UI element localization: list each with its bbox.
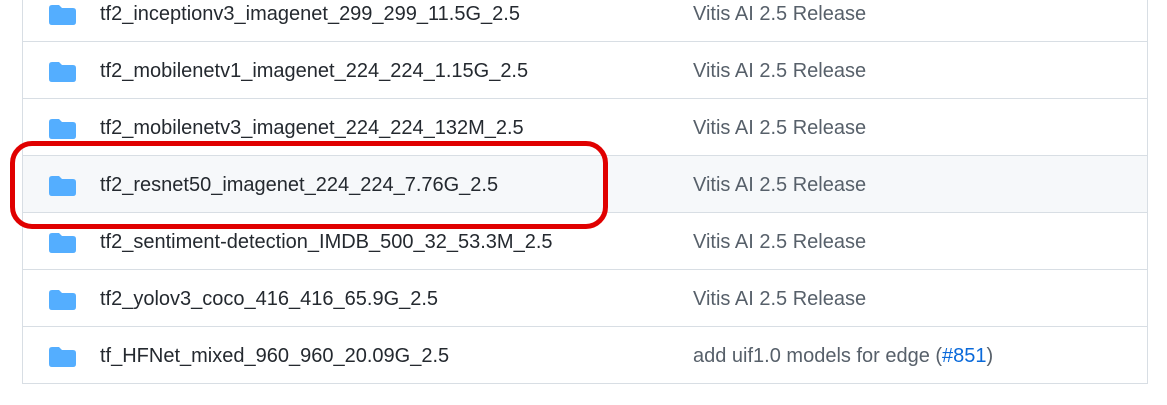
file-name-link[interactable]: tf_HFNet_mixed_960_960_20.09G_2.5 [100, 342, 449, 370]
folder-icon [49, 233, 76, 253]
folder-icon [49, 119, 76, 139]
file-row-highlighted[interactable]: tf2_resnet50_imagenet_224_224_7.76G_2.5 … [23, 156, 1147, 213]
pull-request-link[interactable]: #851 [942, 345, 987, 367]
commit-message-suffix[interactable]: ) [987, 345, 994, 367]
file-name-link[interactable]: tf2_resnet50_imagenet_224_224_7.76G_2.5 [100, 171, 498, 199]
folder-icon [49, 347, 76, 367]
commit-message-prefix[interactable]: add uif1.0 models for edge ( [693, 345, 942, 367]
file-name-link[interactable]: tf2_inceptionv3_imagenet_299_299_11.5G_2… [100, 0, 520, 28]
file-row[interactable]: tf_HFNet_mixed_960_960_20.09G_2.5 add ui… [23, 327, 1147, 384]
file-row[interactable]: tf2_sentiment-detection_IMDB_500_32_53.3… [23, 213, 1147, 270]
folder-icon [49, 176, 76, 196]
file-name-link[interactable]: tf2_mobilenetv3_imagenet_224_224_132M_2.… [100, 114, 524, 142]
file-name-link[interactable]: tf2_yolov3_coco_416_416_65.9G_2.5 [100, 285, 438, 313]
file-row[interactable]: tf2_yolov3_coco_416_416_65.9G_2.5 Vitis … [23, 270, 1147, 327]
file-list: tf2_inceptionv3_imagenet_299_299_11.5G_2… [22, 0, 1148, 384]
folder-icon [49, 290, 76, 310]
commit-message[interactable]: Vitis AI 2.5 Release [693, 171, 866, 199]
file-name-link[interactable]: tf2_mobilenetv1_imagenet_224_224_1.15G_2… [100, 57, 528, 85]
file-row[interactable]: tf2_mobilenetv3_imagenet_224_224_132M_2.… [23, 99, 1147, 156]
commit-message[interactable]: Vitis AI 2.5 Release [693, 228, 866, 256]
file-row[interactable]: tf2_mobilenetv1_imagenet_224_224_1.15G_2… [23, 42, 1147, 99]
commit-message[interactable]: Vitis AI 2.5 Release [693, 285, 866, 313]
folder-icon [49, 5, 76, 25]
commit-message[interactable]: Vitis AI 2.5 Release [693, 0, 866, 28]
file-name-link[interactable]: tf2_sentiment-detection_IMDB_500_32_53.3… [100, 228, 553, 256]
commit-message[interactable]: Vitis AI 2.5 Release [693, 57, 866, 85]
file-row[interactable]: tf2_inceptionv3_imagenet_299_299_11.5G_2… [23, 0, 1147, 42]
commit-message[interactable]: Vitis AI 2.5 Release [693, 114, 866, 142]
folder-icon [49, 62, 76, 82]
commit-message: add uif1.0 models for edge (#851) [693, 342, 993, 370]
